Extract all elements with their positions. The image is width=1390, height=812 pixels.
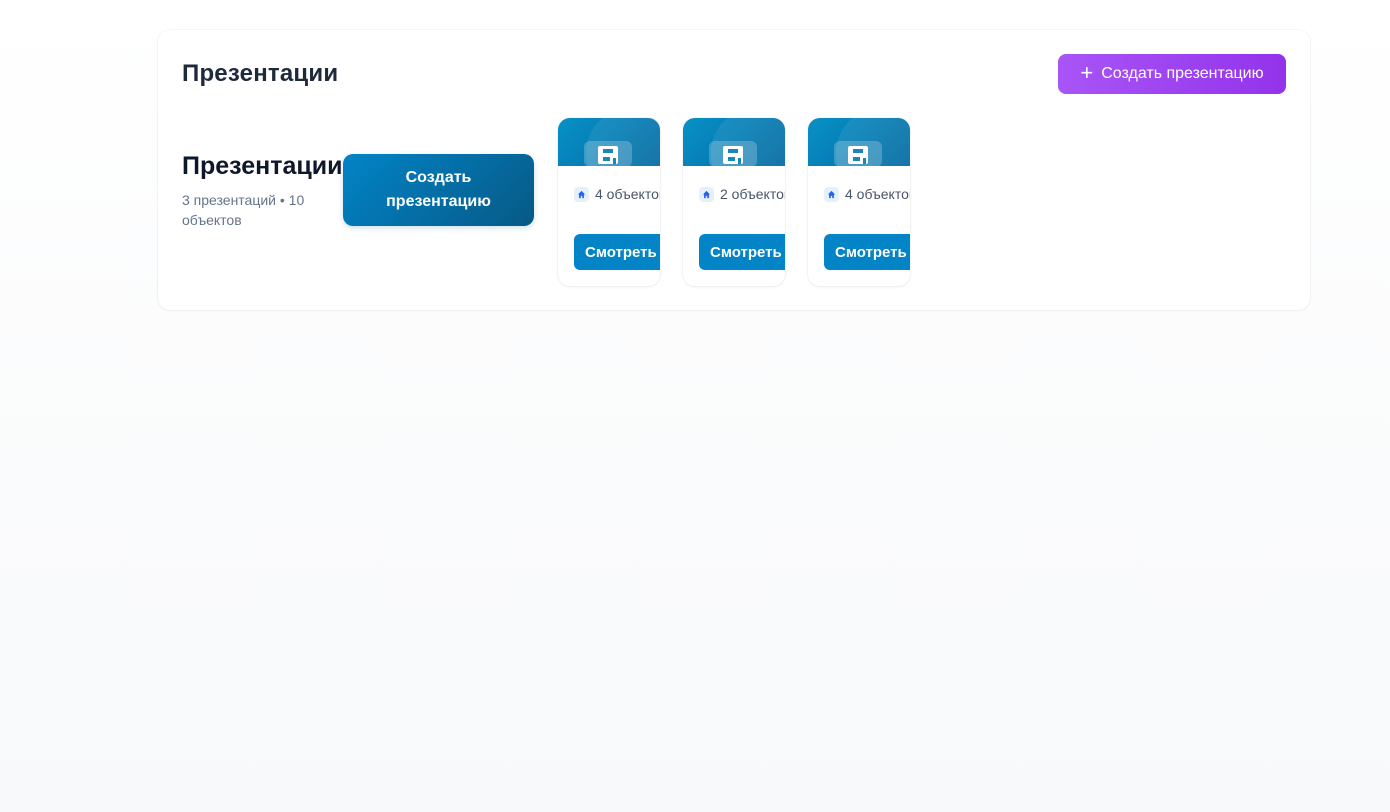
card-banner xyxy=(558,118,660,166)
view-button[interactable]: Смотреть xyxy=(574,234,660,270)
create-presentation-button[interactable]: + Создать презентацию xyxy=(1058,54,1286,94)
card-banner xyxy=(683,118,785,166)
presentations-panel: Презентации + Создать презентацию Презен… xyxy=(158,30,1310,310)
create-group-presentation-button[interactable]: Создать презентацию xyxy=(343,154,534,226)
presentation-icon xyxy=(834,141,882,166)
view-button[interactable]: Смотреть xyxy=(824,234,910,270)
group-meta: 3 презентаций • 10 объектов xyxy=(182,192,305,228)
home-icon xyxy=(824,186,839,202)
card-banner xyxy=(808,118,910,166)
plus-icon: + xyxy=(1080,60,1094,85)
presentation-card: 4 объектов Смотреть xyxy=(808,118,910,286)
presentation-card: 4 объектов Смотреть xyxy=(558,118,660,286)
card-count: 4 объектов xyxy=(845,186,910,202)
home-icon xyxy=(699,186,714,202)
card-count: 2 объектов xyxy=(720,186,785,202)
presentation-icon xyxy=(584,141,632,166)
presentation-card: 2 объектов Смотреть xyxy=(683,118,785,286)
view-button[interactable]: Смотреть xyxy=(699,234,785,270)
card-meta: 2 объектов xyxy=(699,184,785,204)
group-title: Презентации xyxy=(182,152,343,180)
home-icon xyxy=(574,186,589,202)
card-meta: 4 объектов xyxy=(824,184,910,204)
create-presentation-label: Создать презентацию xyxy=(1101,65,1264,82)
card-meta: 4 объектов xyxy=(574,184,660,204)
presentation-icon xyxy=(709,141,757,166)
card-count: 4 объектов xyxy=(595,186,660,202)
page-title: Презентации xyxy=(182,60,339,87)
